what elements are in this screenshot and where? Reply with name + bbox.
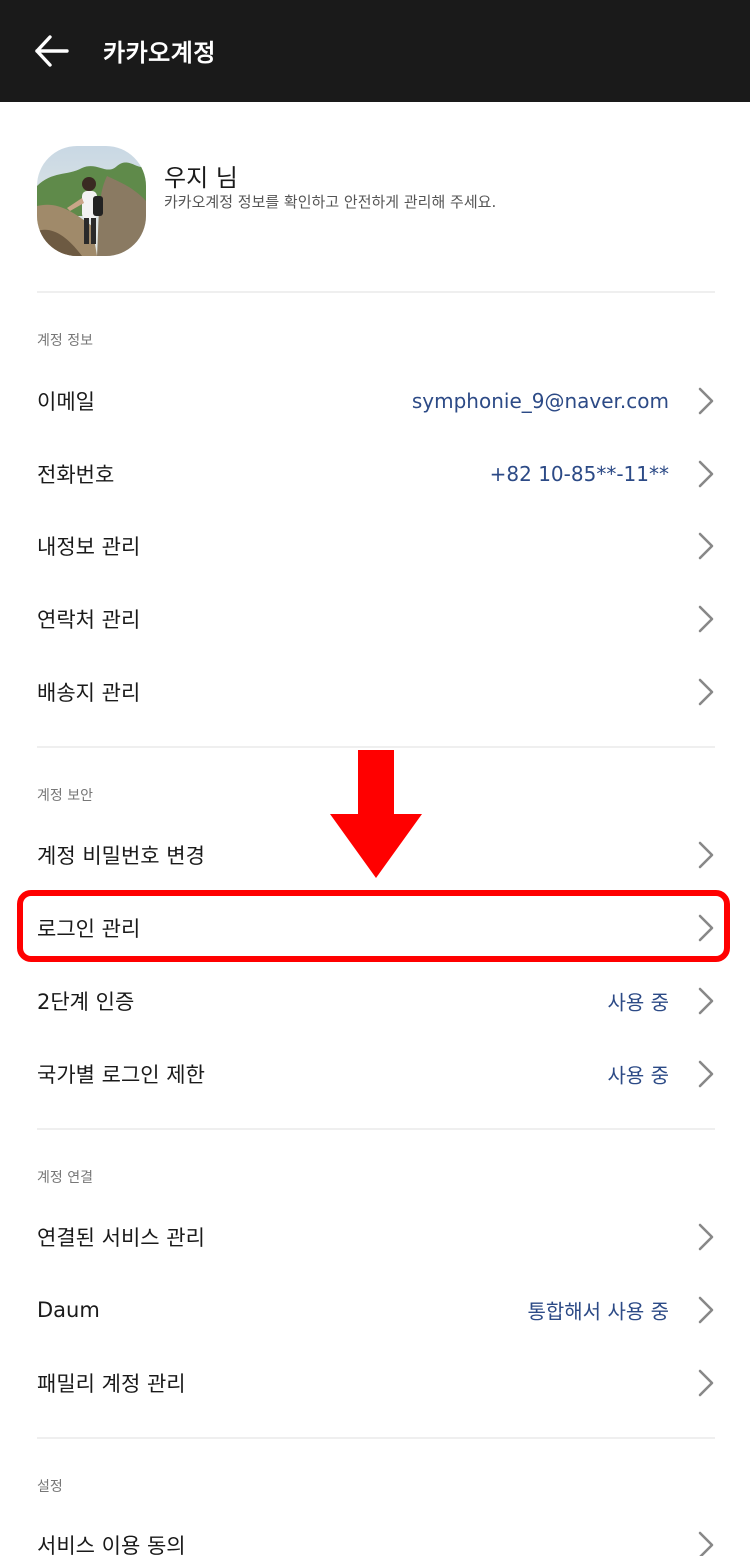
row-label: 이메일 xyxy=(37,389,95,414)
chevron-right-icon xyxy=(698,532,714,559)
divider xyxy=(37,1128,715,1130)
page-title: 카카오계정 xyxy=(103,39,216,67)
row-value: 통합해서 사용 중 xyxy=(527,1299,669,1323)
divider xyxy=(37,291,715,293)
chevron-right-icon xyxy=(698,387,714,414)
chevron-right-icon xyxy=(698,605,714,632)
chevron-right-icon xyxy=(698,460,714,487)
row-value: symphonie_9@naver.com xyxy=(411,388,669,413)
row-label: 연락처 관리 xyxy=(37,607,141,632)
row-value: 사용 중 xyxy=(607,1063,669,1087)
profile-card: 우지 님 카카오계정 정보를 확인하고 안전하게 관리해 주세요. xyxy=(0,102,750,292)
row-label: Daum xyxy=(37,1297,100,1322)
row-two-step-verification[interactable]: 2단계 인증 사용 중 xyxy=(0,964,750,1037)
row-label: 배송지 관리 xyxy=(37,680,141,705)
section-title-account-security: 계정 보안 xyxy=(37,788,93,804)
row-label: 내정보 관리 xyxy=(37,534,141,559)
highlight-box xyxy=(17,890,730,962)
chevron-right-icon xyxy=(698,841,714,868)
avatar[interactable] xyxy=(37,146,146,256)
section-title-account-info: 계정 정보 xyxy=(37,333,93,349)
chevron-right-icon xyxy=(698,1223,714,1250)
profile-name: 우지 님 xyxy=(164,164,238,192)
row-label: 서비스 이용 동의 xyxy=(37,1533,186,1556)
row-country-login-restriction[interactable]: 국가별 로그인 제한 사용 중 xyxy=(0,1037,750,1110)
row-contacts[interactable]: 연락처 관리 xyxy=(0,582,750,655)
row-label: 전화번호 xyxy=(37,462,115,487)
chevron-right-icon xyxy=(698,678,714,705)
row-label: 패밀리 계정 관리 xyxy=(37,1371,186,1396)
top-app-bar: 카카오계정 xyxy=(0,0,750,102)
chevron-right-icon xyxy=(698,1531,714,1556)
chevron-right-icon xyxy=(698,1296,714,1323)
chevron-right-icon xyxy=(698,1060,714,1087)
row-label: 2단계 인증 xyxy=(37,989,135,1014)
arrow-left-icon xyxy=(35,35,69,67)
row-label: 국가별 로그인 제한 xyxy=(37,1062,205,1087)
down-arrow-annotation xyxy=(330,750,422,878)
chevron-right-icon xyxy=(698,1369,714,1396)
profile-photo xyxy=(37,146,146,256)
row-my-info[interactable]: 내정보 관리 xyxy=(0,509,750,582)
section-title-settings: 설정 xyxy=(37,1479,63,1495)
row-connected-services[interactable]: 연결된 서비스 관리 xyxy=(0,1200,750,1273)
row-label: 계정 비밀번호 변경 xyxy=(37,843,205,868)
row-value: 사용 중 xyxy=(607,990,669,1014)
row-service-terms[interactable]: 서비스 이용 동의 xyxy=(0,1508,750,1556)
divider xyxy=(37,1437,715,1439)
divider xyxy=(37,746,715,748)
chevron-right-icon xyxy=(698,987,714,1014)
row-label: 연결된 서비스 관리 xyxy=(37,1225,205,1250)
row-daum[interactable]: Daum 통합해서 사용 중 xyxy=(0,1273,750,1346)
row-value: +82 10-85**-11** xyxy=(489,461,669,486)
profile-description: 카카오계정 정보를 확인하고 안전하게 관리해 주세요. xyxy=(164,193,497,211)
section-title-account-link: 계정 연결 xyxy=(37,1170,93,1186)
row-phone[interactable]: 전화번호 +82 10-85**-11** xyxy=(0,437,750,510)
row-shipping[interactable]: 배송지 관리 xyxy=(0,655,750,728)
back-button[interactable] xyxy=(30,31,72,71)
row-family-account[interactable]: 패밀리 계정 관리 xyxy=(0,1346,750,1419)
row-email[interactable]: 이메일 symphonie_9@naver.com xyxy=(0,364,750,437)
